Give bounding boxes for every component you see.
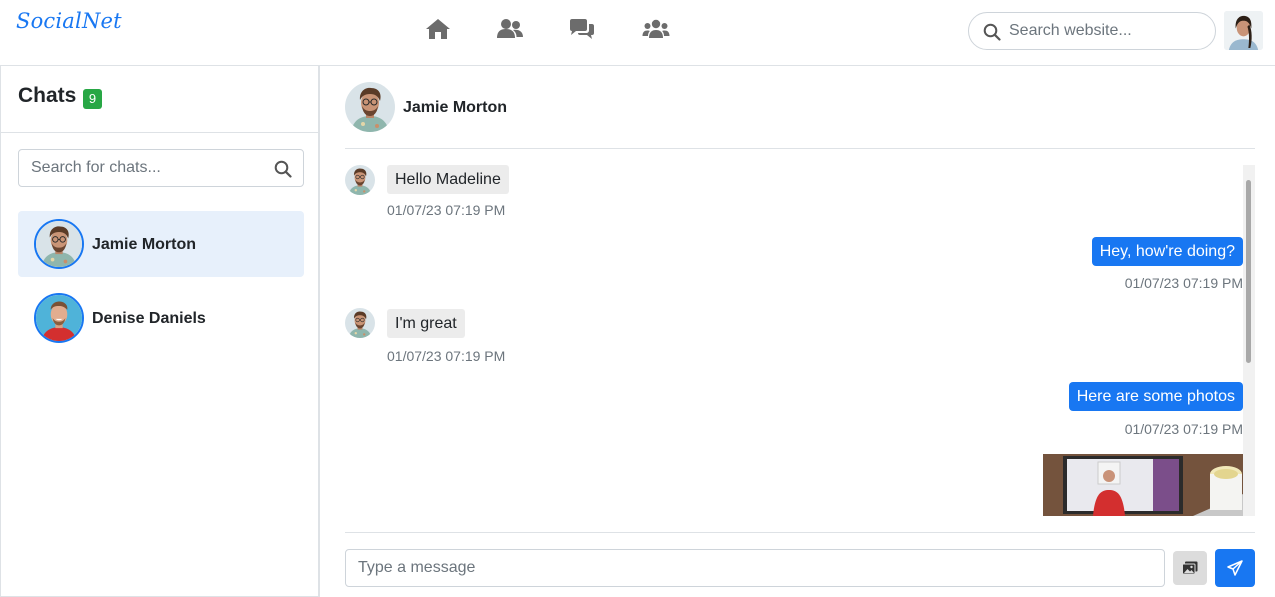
brand-logo[interactable]: SocialNet — [16, 9, 122, 33]
site-search-input[interactable] — [1009, 13, 1209, 49]
chat-search-input[interactable] — [31, 150, 271, 186]
unread-badge: 9 — [83, 89, 102, 109]
avatar — [34, 293, 84, 343]
chat-search[interactable] — [18, 149, 304, 187]
message-timestamp: 01/07/23 07:19 PM — [387, 202, 506, 218]
chat-contact-name: Denise Daniels — [92, 310, 206, 327]
message-timestamp: 01/07/23 07:19 PM — [387, 348, 506, 364]
shared-photo[interactable] — [1043, 454, 1243, 516]
incoming-message: Hello Madeline — [387, 165, 509, 194]
message-list: Hello Madeline 01/07/23 07:19 PM Hey, ho… — [345, 165, 1255, 516]
home-icon[interactable] — [424, 16, 452, 42]
outgoing-message: Here are some photos — [1068, 382, 1243, 411]
images-icon — [1182, 561, 1198, 575]
message-timestamp: 01/07/23 07:19 PM — [1124, 275, 1243, 291]
divider — [345, 532, 1255, 533]
friends-icon[interactable] — [496, 16, 524, 42]
conversation-contact-name[interactable]: Jamie Morton — [403, 99, 507, 117]
scrollbar-thumb[interactable] — [1246, 180, 1251, 363]
message-input[interactable] — [345, 549, 1165, 587]
search-icon — [983, 23, 1001, 41]
avatar — [345, 165, 375, 195]
site-search[interactable] — [968, 12, 1216, 50]
chats-header: Chats 9 — [1, 66, 318, 133]
groups-icon[interactable] — [642, 16, 670, 42]
chat-icon[interactable] — [568, 16, 596, 42]
avatar — [34, 219, 84, 269]
attach-photo-button[interactable] — [1173, 551, 1207, 585]
top-navbar: SocialNet — [0, 0, 1275, 66]
chats-title: Chats — [18, 84, 77, 107]
chats-sidebar: Chats 9 Jamie Morton Denise Daniels — [0, 66, 320, 597]
outgoing-message: Hey, how're doing? — [1091, 237, 1243, 266]
avatar — [345, 308, 375, 338]
profile-avatar[interactable] — [1224, 11, 1263, 50]
avatar[interactable] — [345, 82, 395, 132]
search-icon[interactable] — [274, 160, 292, 178]
chat-list-item[interactable]: Denise Daniels — [18, 285, 304, 351]
incoming-message: I'm great — [387, 309, 465, 338]
send-button[interactable] — [1215, 549, 1255, 587]
message-timestamp: 01/07/23 07:19 PM — [1124, 421, 1243, 437]
chat-list-item[interactable]: Jamie Morton — [18, 211, 304, 277]
chat-contact-name: Jamie Morton — [92, 236, 197, 253]
conversation-header: Jamie Morton — [345, 66, 1255, 149]
paper-plane-icon — [1227, 560, 1243, 576]
